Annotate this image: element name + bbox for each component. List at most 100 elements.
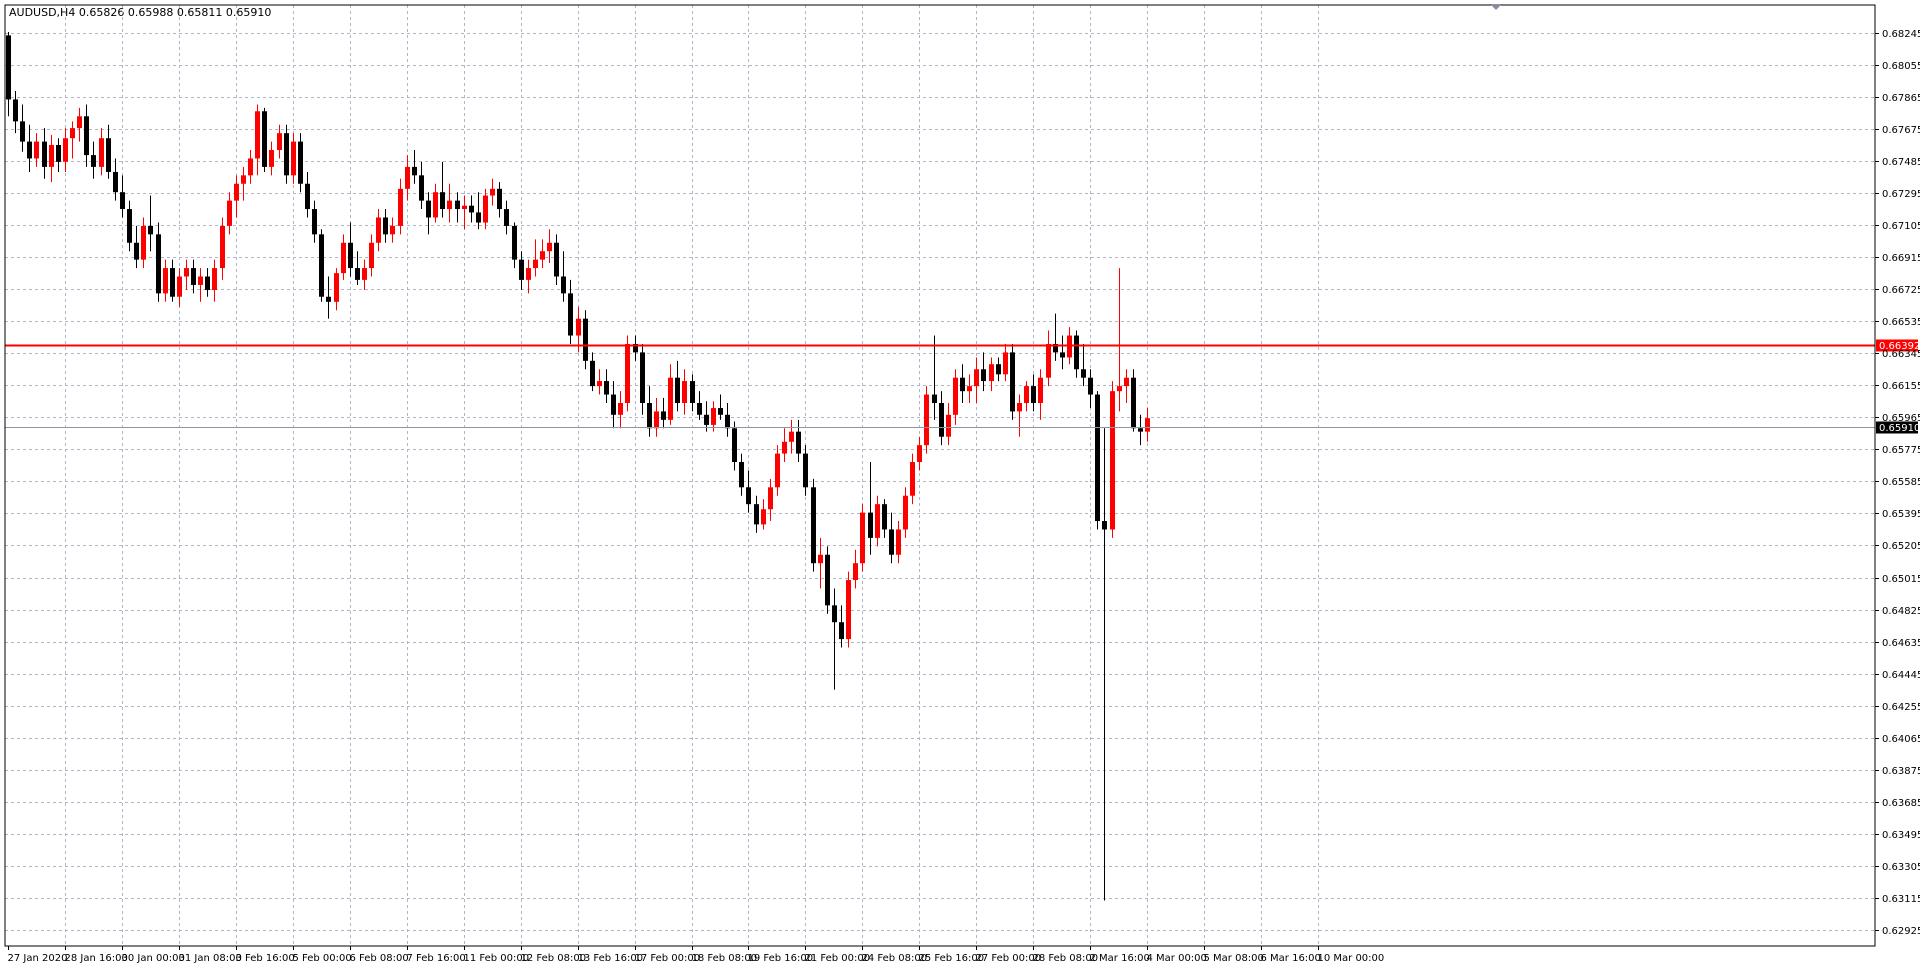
candle-body [20,121,25,142]
candle-body [640,352,645,403]
candle-body [654,411,659,429]
candle-body [846,580,851,640]
candle-body [675,377,680,403]
candle-body [568,293,573,336]
price-tick-label: 0.67295 [1882,189,1920,200]
candle-body [811,487,816,564]
price-tick-label: 0.65965 [1882,413,1920,424]
candle-body [625,343,630,403]
candle-body [305,183,310,210]
candle-body [832,605,837,623]
candle-body [49,144,54,167]
candle-body [597,381,602,387]
candle-body [576,318,581,336]
candle-body [348,242,353,269]
candle-body [191,268,196,285]
candle-body [405,166,410,189]
candle-body [6,35,11,100]
candle-body [889,529,894,555]
candle-body [212,268,217,290]
candle-body [547,242,552,252]
candle-body [789,431,794,442]
candle-body [540,251,545,260]
time-tick-label: 5 Feb 00:00 [293,953,352,964]
time-tick-label: 4 Mar 00:00 [1147,953,1207,964]
time-tick-label: 30 Jan 00:00 [122,953,185,964]
price-tick-label: 0.63115 [1882,894,1920,905]
candle-body [255,111,260,159]
candle-body [690,381,695,403]
candle-body [262,111,267,167]
price-tick-label: 0.64065 [1882,734,1920,745]
price-tick-label: 0.67675 [1882,125,1920,136]
candle-body [376,217,381,243]
candle-body [825,554,830,606]
price-tick-label: 0.66345 [1882,349,1920,360]
price-tick-label: 0.63305 [1882,862,1920,873]
candle-body [148,225,153,235]
price-tick-label: 0.67865 [1882,93,1920,104]
candle-body [170,268,175,297]
candle-body [704,414,709,425]
candle-body [284,133,289,176]
candle-body [903,495,908,530]
candle-body [455,200,460,210]
candle-body [682,381,687,403]
candle-body [1038,377,1043,403]
candle-body [775,453,780,488]
price-tick-label: 0.66155 [1882,381,1920,392]
candle-body [440,192,445,210]
candle-body [412,166,417,176]
time-tick-label: 3 Feb 16:00 [236,953,295,964]
candle-body [882,504,887,530]
candle-body [860,512,865,564]
candle-body [312,209,317,235]
candle-body [70,128,75,139]
candle-body [796,431,801,454]
price-tick-label: 0.65015 [1882,574,1920,585]
time-tick-label: 27 Feb 00:00 [976,953,1042,964]
candle-body [1081,369,1086,378]
candle-body [497,188,502,210]
candle-body [1110,391,1115,530]
price-tick-label: 0.65395 [1882,509,1920,520]
candle-body [120,192,125,210]
price-tick-label: 0.65585 [1882,477,1920,488]
price-tick-label: 0.63875 [1882,766,1920,777]
price-chart[interactable]: 0.663920.65910 0.682450.680550.678650.67… [0,0,1920,968]
candle-body [134,242,139,260]
candle-body [248,158,253,176]
candle-body [1131,377,1136,429]
time-tick-label: 12 Feb 08:00 [521,953,587,964]
candle-body [818,554,823,564]
candle-body [184,268,189,277]
time-tick-label: 10 Mar 00:00 [1318,953,1385,964]
candle-body [177,276,182,297]
candle-body [526,268,531,280]
candle-body [91,155,96,167]
candle-body [483,195,488,223]
candle-body [939,402,944,437]
candle-body [1145,418,1150,432]
candle-body [996,364,1001,375]
time-tick-label: 6 Feb 08:00 [350,953,409,964]
price-tick-label: 0.63685 [1882,798,1920,809]
candle-body [291,141,296,176]
price-tick-label: 0.65205 [1882,541,1920,552]
time-tick-label: 11 Feb 00:00 [464,953,530,964]
candle-body [419,175,424,201]
candle-body [220,225,225,269]
candle-body [868,512,873,538]
chart-window[interactable]: AUDUSD,H4 0.65826 0.65988 0.65811 0.6591… [0,0,1920,968]
candle-body [732,428,737,463]
candle-body [383,217,388,235]
candle-body [583,318,588,361]
scroll-marker-icon[interactable] [1490,4,1502,10]
candle-body [369,242,374,269]
candle-body [981,369,986,382]
price-tick-label: 0.67105 [1882,221,1920,232]
price-tick-label: 0.64825 [1882,606,1920,617]
time-tick-label: 31 Jan 08:00 [179,953,242,964]
candle-body [433,192,438,218]
candle-body [1031,386,1036,403]
